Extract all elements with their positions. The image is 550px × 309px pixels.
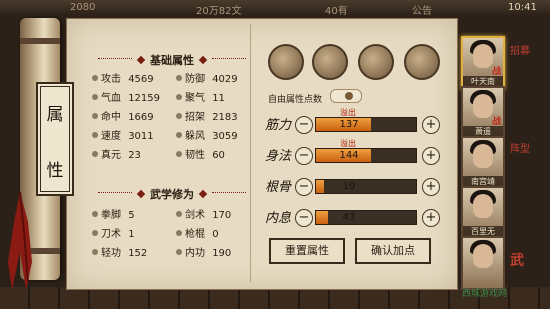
decrease-button[interactable]: −: [295, 147, 313, 165]
attribute-bar: 19: [315, 179, 417, 194]
notice-label[interactable]: 公告: [412, 2, 432, 17]
basic-stat: 命中 1669: [92, 108, 154, 123]
hero-icon[interactable]: [268, 44, 304, 80]
decrease-button[interactable]: −: [295, 116, 313, 134]
martial-stat: 拳脚 5: [92, 206, 135, 221]
basic-stat: 躲风 3059: [176, 127, 238, 142]
panel-title: 属 性: [36, 82, 74, 196]
increase-button[interactable]: +: [422, 209, 440, 227]
figure-icon[interactable]: [404, 44, 440, 80]
basic-stat: 气血 12159: [92, 89, 160, 104]
attribute-value: 137: [339, 119, 359, 130]
attribute-name: 筋力: [265, 118, 292, 133]
tab-recruit[interactable]: 招募: [510, 42, 550, 64]
martial-stat: 轻功 152: [92, 244, 147, 259]
overflow-label: 溢出: [340, 139, 356, 148]
attribute-name: 内息: [265, 211, 292, 226]
top-status-bar: 2080 20万82文 40有 公告 10:41: [0, 0, 550, 17]
attribute-name: 根骨: [265, 180, 292, 195]
battle-tag: 战: [492, 117, 502, 127]
count-value: 40有: [325, 6, 348, 17]
martial-stat: 内功 190: [176, 244, 231, 259]
party-member-portrait[interactable]: [461, 236, 505, 290]
attribute-value: 144: [339, 150, 359, 161]
attribute-bar: 144: [315, 148, 417, 163]
basic-stat: 聚气 11: [176, 89, 225, 104]
martial-stat: 枪棍 0: [176, 225, 219, 240]
currency-value: 2080: [70, 2, 96, 13]
attribute-bar: 43: [315, 210, 417, 225]
party-member-portrait[interactable]: 萧遥: [461, 86, 505, 140]
party-member-portrait[interactable]: 叶天南: [461, 36, 505, 90]
basic-stat: 攻击 4569: [92, 70, 154, 85]
martial-section-title: 武学修为: [98, 186, 246, 202]
silver-value: 20万82文: [196, 6, 242, 17]
battle-tag: 战: [492, 67, 502, 77]
decrease-button[interactable]: −: [295, 209, 313, 227]
basic-stat: 韧性 60: [176, 146, 225, 161]
basic-section-title: 基础属性: [98, 52, 246, 68]
free-points-toggle[interactable]: [330, 89, 362, 103]
attribute-name: 身法: [265, 149, 292, 164]
clock: 10:41: [508, 2, 537, 13]
increase-button[interactable]: +: [422, 147, 440, 165]
martial-stat: 剑术 170: [176, 206, 231, 221]
tab-martial[interactable]: 武: [510, 250, 550, 272]
tassel-icon: [8, 192, 32, 290]
basic-stat: 真元 23: [92, 146, 141, 161]
party-member-portrait[interactable]: 南宫靖: [461, 136, 505, 190]
increase-button[interactable]: +: [422, 178, 440, 196]
tab-formation[interactable]: 阵型: [510, 140, 550, 162]
overflow-label: 溢出: [340, 108, 356, 117]
attribute-bar: 137: [315, 117, 417, 132]
watermark: 西城游戏网: [462, 289, 508, 299]
attribute-value: 43: [342, 212, 356, 223]
party-member-portrait[interactable]: 百里无: [461, 186, 505, 240]
basic-stat: 招架 2183: [176, 108, 238, 123]
basic-stat: 防御 4029: [176, 70, 238, 85]
panel-divider: [250, 24, 251, 282]
basic-stat: 速度 3011: [92, 127, 154, 142]
martial-stat: 刀术 1: [92, 225, 135, 240]
confirm-points-button[interactable]: 确认加点: [355, 238, 431, 264]
free-points-label: 自由属性点数: [268, 95, 323, 105]
attribute-value: 19: [342, 181, 356, 192]
reset-attributes-button[interactable]: 重置属性: [269, 238, 345, 264]
bag-icon[interactable]: [312, 44, 348, 80]
target-icon[interactable]: [358, 44, 394, 80]
increase-button[interactable]: +: [422, 116, 440, 134]
decrease-button[interactable]: −: [295, 178, 313, 196]
